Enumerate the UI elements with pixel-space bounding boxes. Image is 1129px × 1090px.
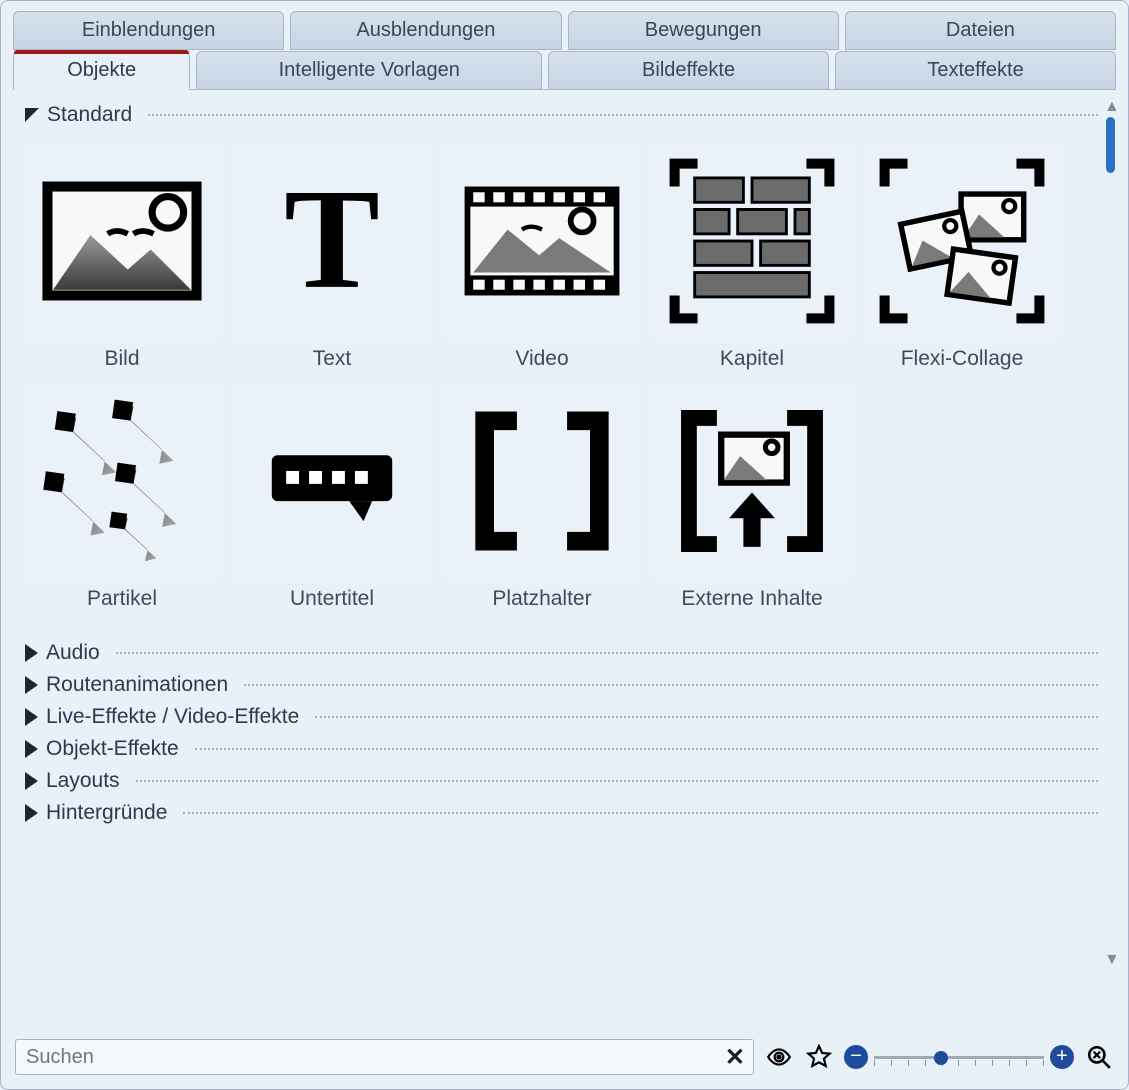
star-icon	[806, 1044, 832, 1070]
text-icon: T	[234, 143, 430, 339]
search-field[interactable]: ✕	[15, 1039, 754, 1075]
external-content-icon	[654, 383, 850, 579]
tab-objekte[interactable]: Objekte	[13, 51, 190, 90]
tab-ausblendungen[interactable]: Ausblendungen	[290, 11, 561, 50]
placeholder-icon	[444, 383, 640, 579]
section-label: Layouts	[46, 769, 120, 793]
toolbox-window: Einblendungen Ausblendungen Bewegungen D…	[0, 0, 1129, 1090]
dotted-fill	[244, 684, 1098, 686]
zoom-track-line	[874, 1056, 1044, 1059]
tile-partikel[interactable]: Partikel	[19, 383, 225, 611]
tabs: Einblendungen Ausblendungen Bewegungen D…	[13, 11, 1116, 90]
tile-label: Video	[515, 347, 568, 371]
svg-text:T: T	[284, 160, 380, 319]
chapter-icon	[654, 143, 850, 339]
tile-platzhalter[interactable]: Platzhalter	[439, 383, 645, 611]
disclosure-triangle-closed-icon	[25, 644, 38, 662]
content-inner: Standard	[13, 91, 1116, 841]
tab-bewegungen[interactable]: Bewegungen	[568, 11, 839, 50]
tab-row-1: Einblendungen Ausblendungen Bewegungen D…	[13, 11, 1116, 50]
tile-label: Partikel	[87, 587, 157, 611]
tab-texteffekte[interactable]: Texteffekte	[835, 51, 1116, 90]
section-header-hintergruende[interactable]: Hintergründe	[25, 801, 1098, 825]
disclosure-triangle-open-icon	[25, 108, 39, 122]
tile-kapitel[interactable]: Kapitel	[649, 143, 855, 371]
video-icon	[444, 143, 640, 339]
zoom-ticks	[874, 1060, 1044, 1066]
tab-intelligente-vorlagen[interactable]: Intelligente Vorlagen	[196, 51, 542, 90]
zoom-slider: − +	[844, 1044, 1074, 1070]
section-header-live-effekte[interactable]: Live-Effekte / Video-Effekte	[25, 705, 1098, 729]
clear-icon[interactable]: ✕	[725, 1043, 745, 1072]
tile-bild[interactable]: Bild	[19, 143, 225, 371]
collage-icon	[864, 143, 1060, 339]
section-header-layouts[interactable]: Layouts	[25, 769, 1098, 793]
section-label: Audio	[46, 641, 100, 665]
tab-bildeffekte[interactable]: Bildeffekte	[548, 51, 829, 90]
content-panel: Standard	[13, 91, 1116, 976]
footer-toolbar: ✕ − +	[15, 1039, 1114, 1075]
dotted-fill	[116, 652, 1098, 654]
disclosure-triangle-closed-icon	[25, 740, 38, 758]
tile-text[interactable]: T Text	[229, 143, 435, 371]
section-label: Routenanimationen	[46, 673, 228, 697]
tile-label: Externe Inhalte	[681, 587, 822, 611]
disclosure-triangle-closed-icon	[25, 804, 38, 822]
section-label: Standard	[47, 103, 132, 127]
tile-label: Kapitel	[720, 347, 784, 371]
tile-flexi-collage[interactable]: Flexi-Collage	[859, 143, 1065, 371]
tile-label: Untertitel	[290, 587, 374, 611]
dotted-fill	[315, 716, 1098, 718]
zoom-in-button[interactable]: +	[1050, 1045, 1074, 1069]
zoom-knob[interactable]	[934, 1051, 948, 1065]
tile-label: Text	[313, 347, 352, 371]
subtitle-icon	[234, 383, 430, 579]
magnifier-reset-icon	[1086, 1044, 1112, 1070]
scroll-down-arrow-icon[interactable]: ▼	[1104, 952, 1116, 968]
section-label: Live-Effekte / Video-Effekte	[46, 705, 299, 729]
tile-label: Platzhalter	[492, 587, 591, 611]
section-header-objekt-effekte[interactable]: Objekt-Effekte	[25, 737, 1098, 761]
particles-icon	[24, 383, 220, 579]
dotted-fill	[195, 748, 1098, 750]
scroll-up-arrow-icon[interactable]: ▲	[1104, 99, 1116, 115]
disclosure-triangle-closed-icon	[25, 676, 38, 694]
search-input[interactable]	[24, 1045, 725, 1070]
tile-untertitel[interactable]: Untertitel	[229, 383, 435, 611]
dotted-fill	[148, 114, 1098, 116]
zoom-out-button[interactable]: −	[844, 1045, 868, 1069]
eye-icon	[766, 1044, 792, 1070]
section-header-standard[interactable]: Standard	[25, 103, 1098, 127]
favorite-star-button[interactable]	[804, 1042, 834, 1072]
disclosure-triangle-closed-icon	[25, 772, 38, 790]
section-header-routenanimationen[interactable]: Routenanimationen	[25, 673, 1098, 697]
section-label: Objekt-Effekte	[46, 737, 179, 761]
section-label: Hintergründe	[46, 801, 167, 825]
dotted-fill	[136, 780, 1098, 782]
zoom-track[interactable]	[874, 1044, 1044, 1070]
preview-eye-button[interactable]	[764, 1042, 794, 1072]
standard-grid: Bild T Text	[19, 143, 1098, 611]
tile-externe-inhalte[interactable]: Externe Inhalte	[649, 383, 855, 611]
tile-video[interactable]: Video	[439, 143, 645, 371]
tab-einblendungen[interactable]: Einblendungen	[13, 11, 284, 50]
zoom-reset-button[interactable]	[1084, 1042, 1114, 1072]
vertical-scrollbar[interactable]: ▲ ▼	[1104, 99, 1116, 968]
disclosure-triangle-closed-icon	[25, 708, 38, 726]
tab-row-2: Objekte Intelligente Vorlagen Bildeffekt…	[13, 51, 1116, 90]
scrollbar-thumb[interactable]	[1106, 117, 1115, 173]
dotted-fill	[183, 812, 1098, 814]
tile-label: Flexi-Collage	[901, 347, 1024, 371]
tab-dateien[interactable]: Dateien	[845, 11, 1116, 50]
section-header-audio[interactable]: Audio	[25, 641, 1098, 665]
tile-label: Bild	[104, 347, 139, 371]
image-icon	[24, 143, 220, 339]
